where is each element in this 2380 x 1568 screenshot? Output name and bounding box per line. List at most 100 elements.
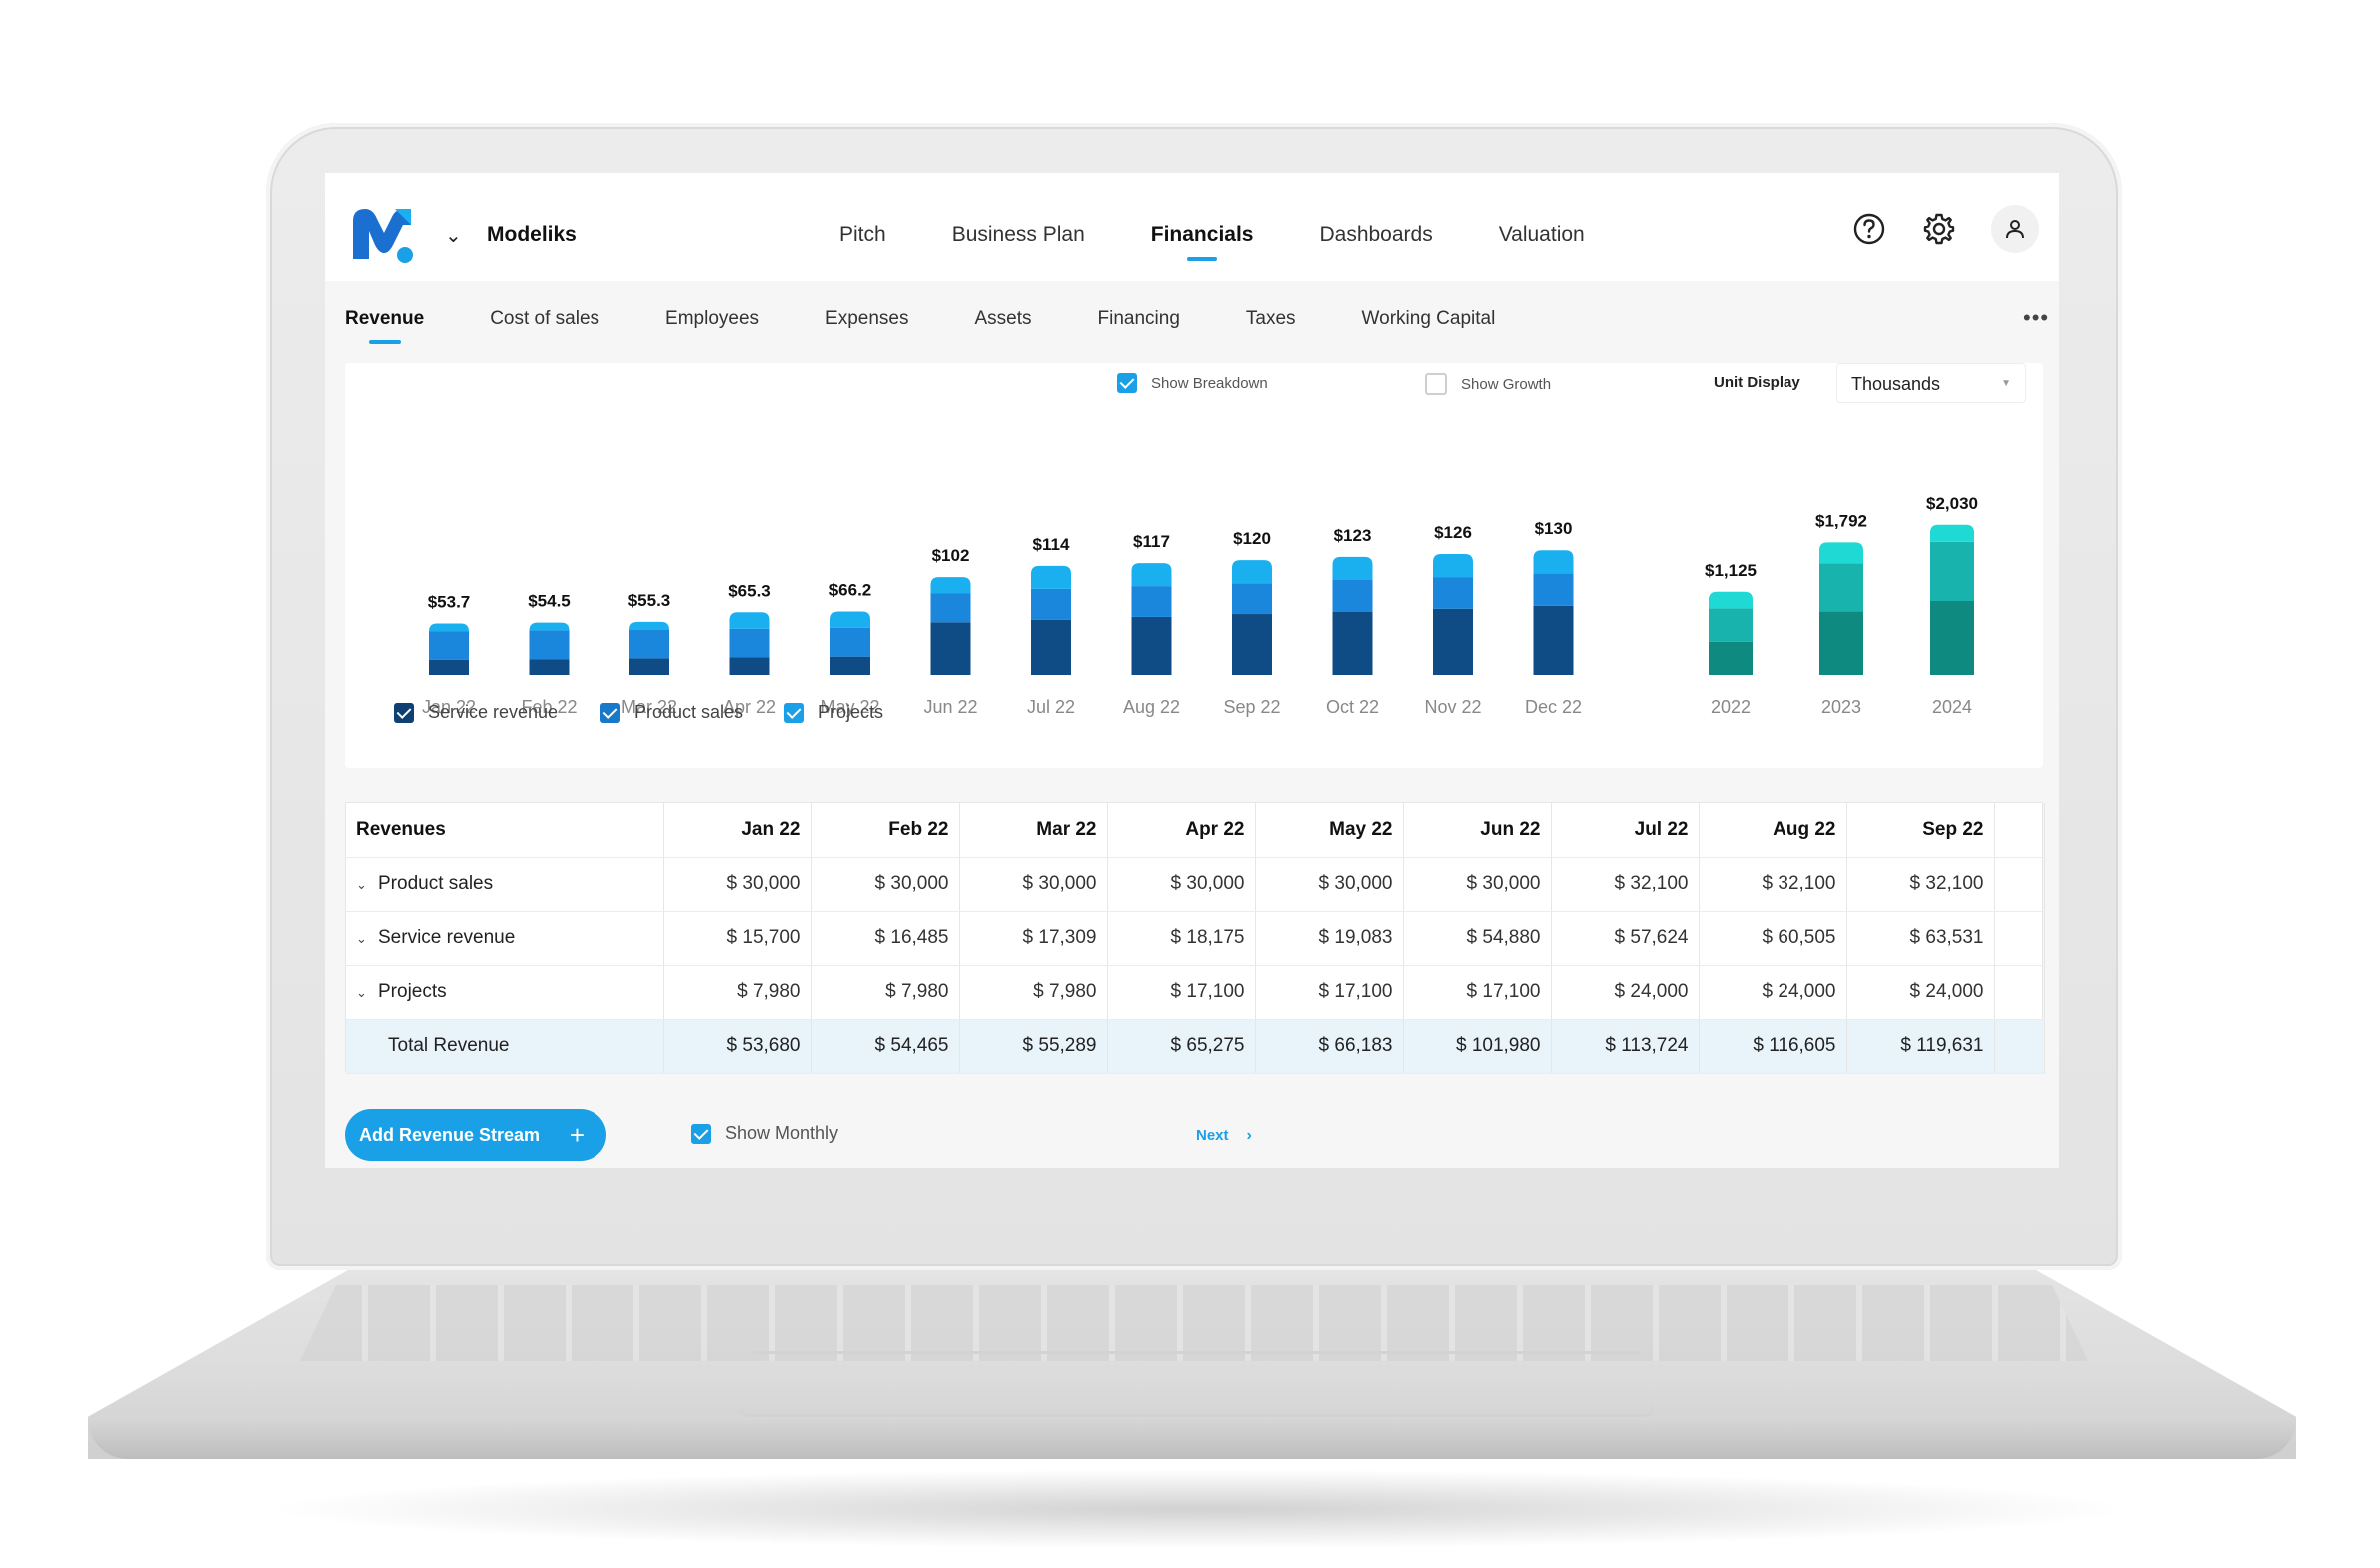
table-cell[interactable]: $ 7,980 — [959, 965, 1108, 1020]
bar-projects-apr-22[interactable] — [729, 612, 770, 629]
tab-working-capital[interactable]: Working Capital — [1362, 308, 1496, 330]
table-cell[interactable]: $ 17,100 — [1107, 965, 1256, 1020]
bar-service-revenue-may-22[interactable] — [830, 656, 870, 675]
table-cell[interactable]: $ 30,000 — [959, 857, 1108, 912]
table-cell[interactable]: $ 7,980 — [663, 965, 812, 1020]
table-cell[interactable]: $ 17,309 — [959, 911, 1108, 966]
bar-product-sales-jan-22[interactable] — [429, 631, 469, 660]
bar-projects-sep-22[interactable] — [1232, 560, 1272, 584]
bar-product-sales-jul-22[interactable] — [1031, 588, 1071, 620]
bar-projects-jun-22[interactable] — [930, 577, 971, 594]
tab-financing[interactable]: Financing — [1098, 308, 1180, 330]
table-cell[interactable]: $ 54,880 — [1403, 911, 1552, 966]
tab-expenses[interactable]: Expenses — [825, 308, 908, 330]
show-breakdown-checkbox[interactable] — [1117, 373, 1137, 393]
bar-service-revenue-sep-22[interactable] — [1232, 614, 1272, 675]
table-cell[interactable]: $ 32,100 — [1551, 857, 1700, 912]
table-cell[interactable]: $ 19,083 — [1255, 911, 1404, 966]
bar-service-revenue-jun-22[interactable] — [930, 622, 971, 675]
chevron-down-icon[interactable]: ⌄ — [356, 931, 378, 947]
bar-projects-oct-22[interactable] — [1332, 556, 1373, 580]
service-revenue-checkbox[interactable] — [394, 702, 414, 723]
bar-product-sales-may-22[interactable] — [830, 627, 870, 657]
bar-product-sales-2022[interactable] — [1709, 608, 1753, 642]
table-cell[interactable]: $ 30,000 — [663, 857, 812, 912]
table-row[interactable]: ⌄ Service revenue $ 15,700 $ 16,485 $ 17,… — [346, 911, 2045, 966]
bar-projects-jan-22[interactable] — [429, 623, 469, 632]
bar-product-sales-dec-22[interactable] — [1533, 573, 1574, 606]
bar-service-revenue-jan-22[interactable] — [429, 659, 469, 675]
projects-checkbox[interactable] — [784, 702, 804, 723]
table-row[interactable]: ⌄ Product sales $ 30,000 $ 30,000 $ 30,00… — [346, 857, 2045, 912]
show-growth-option[interactable]: Show Growth — [1425, 373, 1551, 395]
bar-product-sales-mar-22[interactable] — [629, 629, 669, 659]
bar-product-sales-feb-22[interactable] — [529, 630, 570, 660]
table-cell[interactable]: $ 30,000 — [811, 857, 960, 912]
nav-dashboards[interactable]: Dashboards — [1319, 223, 1432, 247]
tab-cost-of-sales[interactable]: Cost of sales — [490, 308, 599, 330]
help-icon[interactable] — [1851, 211, 1887, 247]
table-cell[interactable]: $ 16,485 — [811, 911, 960, 966]
nav-valuation[interactable]: Valuation — [1499, 223, 1585, 247]
bar-projects-may-22[interactable] — [830, 611, 870, 628]
bar-service-revenue-nov-22[interactable] — [1433, 608, 1473, 675]
nav-financials[interactable]: Financials — [1151, 223, 1254, 247]
table-cell[interactable]: $ 30,000 — [1107, 857, 1256, 912]
modeliks-logo-icon[interactable] — [349, 203, 419, 267]
tab-assets[interactable]: Assets — [974, 308, 1031, 330]
table-row[interactable]: ⌄ Projects $ 7,980 $ 7,980 $ 7,980 $ 17,1… — [346, 965, 2045, 1020]
bar-product-sales-apr-22[interactable] — [729, 628, 770, 658]
tab-employees[interactable]: Employees — [665, 308, 759, 330]
bar-product-sales-sep-22[interactable] — [1232, 583, 1272, 615]
bar-projects-aug-22[interactable] — [1131, 563, 1172, 587]
bar-service-revenue-aug-22[interactable] — [1131, 616, 1172, 675]
bar-service-revenue-mar-22[interactable] — [629, 658, 669, 675]
table-cell[interactable]: $ 18,175 — [1107, 911, 1256, 966]
bar-service-revenue-dec-22[interactable] — [1533, 605, 1574, 675]
unit-display-select[interactable]: Thousands ▼ — [1836, 363, 2026, 403]
bar-projects-jul-22[interactable] — [1031, 565, 1071, 589]
bar-product-sales-2024[interactable] — [1930, 541, 1974, 601]
nav-business-plan[interactable]: Business Plan — [952, 223, 1085, 247]
table-cell[interactable]: $ 17,100 — [1403, 965, 1552, 1020]
table-cell[interactable]: $ 7,980 — [811, 965, 960, 1020]
bar-projects-dec-22[interactable] — [1533, 550, 1574, 574]
product-sales-checkbox[interactable] — [600, 702, 620, 723]
user-icon[interactable] — [1991, 205, 2039, 253]
bar-service-revenue-feb-22[interactable] — [529, 659, 570, 675]
table-cell[interactable]: $ 32,100 — [1699, 857, 1847, 912]
add-revenue-stream-button[interactable]: Add Revenue Stream + — [345, 1109, 606, 1161]
bar-product-sales-aug-22[interactable] — [1131, 586, 1172, 617]
bar-service-revenue-jul-22[interactable] — [1031, 619, 1071, 675]
show-monthly-option[interactable]: Show Monthly — [691, 1123, 838, 1144]
chevron-down-icon[interactable]: ⌄ — [356, 985, 378, 1001]
bar-projects-mar-22[interactable] — [629, 621, 669, 630]
table-cell[interactable]: $ 24,000 — [1551, 965, 1700, 1020]
bar-projects-2022[interactable] — [1709, 591, 1753, 609]
table-cell[interactable]: $ 30,000 — [1403, 857, 1552, 912]
tab-taxes[interactable]: Taxes — [1246, 308, 1296, 330]
bar-service-revenue-2022[interactable] — [1709, 641, 1753, 675]
bar-service-revenue-oct-22[interactable] — [1332, 611, 1373, 675]
table-cell[interactable]: $ 32,100 — [1846, 857, 1995, 912]
bar-projects-2024[interactable] — [1930, 524, 1974, 542]
table-cell[interactable]: $ 30,000 — [1255, 857, 1404, 912]
workspace-chevron-down-icon[interactable]: ⌄ — [445, 223, 462, 248]
nav-pitch[interactable]: Pitch — [839, 223, 886, 247]
bar-product-sales-nov-22[interactable] — [1433, 577, 1473, 609]
legend-projects[interactable]: Projects — [784, 702, 883, 723]
table-cell[interactable]: $ 57,624 — [1551, 911, 1700, 966]
bar-projects-feb-22[interactable] — [529, 622, 570, 631]
table-cell[interactable]: $ 17,100 — [1255, 965, 1404, 1020]
table-cell[interactable]: $ 24,000 — [1699, 965, 1847, 1020]
bar-service-revenue-2023[interactable] — [1819, 611, 1863, 675]
bar-product-sales-oct-22[interactable] — [1332, 579, 1373, 612]
gear-icon[interactable] — [1921, 211, 1957, 247]
show-monthly-checkbox[interactable] — [691, 1123, 711, 1144]
bar-product-sales-2023[interactable] — [1819, 563, 1863, 612]
bar-service-revenue-2024[interactable] — [1930, 601, 1974, 675]
table-cell[interactable]: $ 60,505 — [1699, 911, 1847, 966]
show-breakdown-option[interactable]: Show Breakdown — [1117, 373, 1268, 393]
chevron-down-icon[interactable]: ⌄ — [356, 877, 378, 893]
bar-product-sales-jun-22[interactable] — [930, 593, 971, 623]
